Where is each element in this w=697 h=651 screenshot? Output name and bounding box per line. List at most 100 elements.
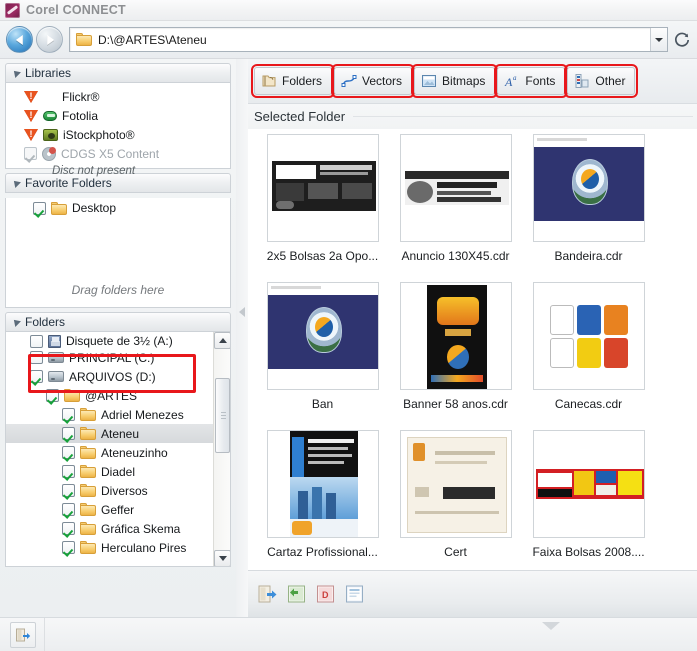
checkbox[interactable] bbox=[62, 503, 75, 516]
library-item-flickr[interactable]: Flickr® bbox=[6, 87, 230, 106]
file-thumbnail-image[interactable] bbox=[399, 430, 512, 538]
tab-other[interactable]: Other bbox=[564, 64, 639, 98]
folder-tree-label: Ateneu bbox=[101, 426, 140, 441]
file-thumbnail-item[interactable]: Ban bbox=[256, 282, 389, 430]
file-thumbnail-item[interactable]: Anuncio 130X45.cdr bbox=[389, 134, 522, 282]
folder-tree-item[interactable]: Diversos bbox=[6, 481, 230, 500]
caret-down-icon[interactable] bbox=[542, 622, 560, 630]
vectors-tab-icon bbox=[341, 73, 357, 89]
file-thumbnail-item[interactable]: Bandeira.cdr bbox=[522, 134, 655, 282]
folder-tree-item[interactable]: Adriel Menezes bbox=[6, 405, 230, 424]
left-sidebar: Libraries Flickr® Fotolia iStockphoto® bbox=[0, 59, 236, 617]
tab-fonts[interactable]: Aa Fonts bbox=[494, 64, 569, 98]
folder-icon bbox=[80, 503, 96, 516]
file-thumbnail-image[interactable] bbox=[532, 134, 645, 242]
checkbox[interactable] bbox=[30, 370, 43, 383]
file-thumbnail-image[interactable] bbox=[399, 282, 512, 390]
file-thumbnail-image[interactable] bbox=[266, 282, 379, 390]
svg-text:A: A bbox=[504, 75, 513, 89]
new-document-icon[interactable] bbox=[344, 583, 366, 605]
favorite-item-desktop[interactable]: Desktop bbox=[6, 198, 230, 218]
panel-splitter[interactable] bbox=[236, 59, 248, 617]
import-green-icon[interactable] bbox=[286, 583, 308, 605]
folder-tree-item[interactable]: @ARTES bbox=[6, 386, 230, 405]
folder-tree-item[interactable]: Disquete de 3½ (A:) bbox=[6, 334, 230, 348]
folder-tree-item[interactable]: Herculano Pires bbox=[6, 538, 230, 557]
folder-tree-item[interactable]: Gráfica Skema bbox=[6, 519, 230, 538]
library-item-fotolia[interactable]: Fotolia bbox=[6, 106, 230, 125]
folder-tree-item[interactable]: Ateneu bbox=[6, 424, 230, 443]
library-label: Flickr® bbox=[62, 89, 100, 104]
svg-text:D: D bbox=[322, 590, 329, 600]
drive-icon bbox=[48, 371, 64, 382]
folders-section-header[interactable]: Folders bbox=[5, 312, 231, 332]
checkbox[interactable] bbox=[33, 201, 46, 215]
address-input[interactable]: D:\@ARTES\Ateneu bbox=[69, 27, 668, 52]
chevron-down-icon[interactable] bbox=[650, 28, 667, 51]
checkbox[interactable] bbox=[30, 335, 43, 348]
checkbox[interactable] bbox=[62, 465, 75, 478]
libraries-section-header[interactable]: Libraries bbox=[5, 63, 231, 83]
file-thumbnail-item[interactable]: Cartaz Profissional... bbox=[256, 430, 389, 570]
pdf-red-icon[interactable]: D bbox=[315, 583, 337, 605]
disc-icon bbox=[42, 146, 56, 161]
folder-tree-item[interactable]: PRINCIPAL (C:) bbox=[6, 348, 230, 367]
checkbox[interactable] bbox=[62, 541, 75, 554]
scroll-down-icon[interactable] bbox=[214, 550, 230, 566]
checkbox[interactable] bbox=[62, 408, 75, 421]
library-item-istockphoto[interactable]: iStockphoto® bbox=[6, 125, 230, 144]
back-arrow-icon[interactable] bbox=[6, 26, 33, 53]
file-thumbnail-image[interactable] bbox=[266, 430, 379, 538]
tab-folders[interactable]: Folders bbox=[250, 64, 336, 98]
checkbox[interactable] bbox=[62, 484, 75, 497]
filter-tab-bar: Folders Vectors Bitmaps Aa Fonts Other bbox=[248, 59, 697, 104]
export-icon[interactable] bbox=[257, 583, 279, 605]
address-path: D:\@ARTES\Ateneu bbox=[98, 32, 207, 47]
chevron-collapse-icon bbox=[11, 317, 21, 327]
file-thumbnail-image[interactable] bbox=[399, 134, 512, 242]
chevron-collapse-icon bbox=[11, 178, 21, 188]
file-thumbnail-item[interactable]: Faixa Bolsas 2008.... bbox=[522, 430, 655, 570]
favorite-item-label: Desktop bbox=[72, 201, 117, 215]
folders-scrollbar[interactable] bbox=[213, 332, 230, 566]
floppy-icon bbox=[48, 335, 61, 348]
checkbox[interactable] bbox=[24, 147, 37, 160]
checkbox[interactable] bbox=[62, 522, 75, 535]
address-bar: D:\@ARTES\Ateneu bbox=[0, 21, 697, 59]
file-thumbnail-image[interactable] bbox=[532, 430, 645, 538]
tab-label: Bitmaps bbox=[442, 74, 486, 88]
tray-export-icon[interactable] bbox=[10, 622, 36, 648]
checkbox[interactable] bbox=[62, 427, 75, 440]
scrollbar-thumb[interactable] bbox=[215, 378, 230, 453]
file-thumbnail-item[interactable]: Canecas.cdr bbox=[522, 282, 655, 430]
file-thumbnail-item[interactable]: Banner 58 anos.cdr bbox=[389, 282, 522, 430]
scroll-up-icon[interactable] bbox=[214, 332, 230, 349]
file-thumbnail-image[interactable] bbox=[266, 134, 379, 242]
file-name-label: Faixa Bolsas 2008.... bbox=[532, 545, 645, 559]
collapse-left-icon[interactable] bbox=[239, 307, 245, 317]
folder-tree-item[interactable]: Diadel bbox=[6, 462, 230, 481]
folder-tree-item[interactable]: ARQUIVOS (D:) bbox=[6, 367, 230, 386]
forward-arrow-icon[interactable] bbox=[36, 26, 63, 53]
window-title: Corel CONNECT bbox=[26, 3, 126, 17]
checkbox[interactable] bbox=[30, 351, 43, 364]
tab-label: Other bbox=[595, 74, 626, 88]
file-thumbnail-item[interactable]: 2x5 Bolsas 2a Opo... bbox=[256, 134, 389, 282]
file-name-label: Banner 58 anos.cdr bbox=[403, 397, 508, 411]
folder-tree-item[interactable]: Geffer bbox=[6, 500, 230, 519]
folder-tree-label: Disquete de 3½ (A:) bbox=[66, 334, 173, 348]
folder-tree-label: PRINCIPAL (C:) bbox=[69, 350, 155, 365]
libraries-title: Libraries bbox=[25, 66, 72, 80]
tab-bitmaps[interactable]: Bitmaps bbox=[411, 64, 499, 98]
folders-title: Folders bbox=[25, 315, 66, 329]
file-name-label: Ban bbox=[311, 397, 334, 411]
file-thumbnail-item[interactable]: Cert bbox=[389, 430, 522, 570]
folder-tree-item[interactable]: Ateneuzinho bbox=[6, 443, 230, 462]
checkbox[interactable] bbox=[46, 389, 59, 402]
file-thumbnail-image[interactable] bbox=[532, 282, 645, 390]
tab-vectors[interactable]: Vectors bbox=[331, 64, 416, 98]
library-item-cdgs-x5-content[interactable]: CDGS X5 Content bbox=[6, 144, 230, 163]
refresh-icon[interactable] bbox=[671, 27, 693, 53]
tab-label: Vectors bbox=[362, 74, 403, 88]
checkbox[interactable] bbox=[62, 446, 75, 459]
